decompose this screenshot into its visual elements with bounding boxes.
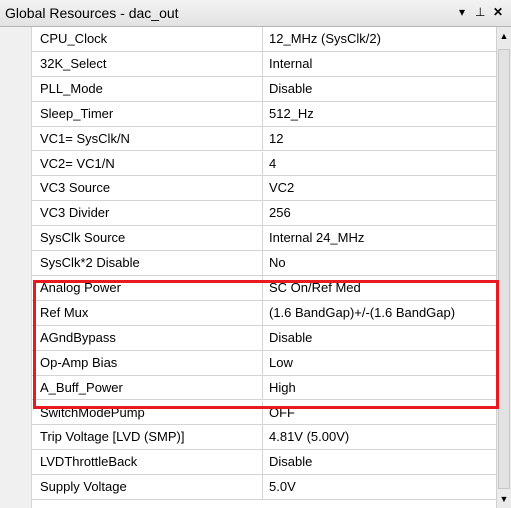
scroll-down-icon[interactable]: ▼: [497, 490, 511, 508]
property-value[interactable]: Internal: [264, 52, 496, 76]
property-value[interactable]: 5.0V: [264, 475, 496, 499]
property-grid-gutter: [0, 27, 32, 508]
property-name: LVDThrottleBack: [32, 450, 263, 475]
property-row[interactable]: VC1= SysClk/N 12: [32, 126, 496, 152]
panel-title: Global Resources - dac_out: [5, 5, 179, 21]
property-row[interactable]: Supply Voltage 5.0V: [32, 475, 496, 501]
property-row[interactable]: VC3 Source VC2: [32, 176, 496, 202]
property-name: Trip Voltage [LVD (SMP)]: [32, 425, 263, 450]
property-row[interactable]: SysClk*2 Disable No: [32, 251, 496, 276]
property-value[interactable]: 256: [264, 201, 496, 225]
property-value[interactable]: Disable: [264, 450, 496, 474]
property-row[interactable]: 32K_Select Internal: [32, 51, 496, 77]
property-name: Supply Voltage: [32, 475, 263, 500]
property-value[interactable]: No: [264, 251, 496, 275]
property-name: SysClk*2 Disable: [32, 251, 263, 275]
scrollbar-thumb[interactable]: [498, 49, 510, 489]
property-name: Sleep_Timer: [32, 101, 263, 126]
property-grid: CPU_Clock 12_MHz (SysClk/2) 32K_Select Inte…: [0, 27, 496, 508]
property-name: SysClk Source: [32, 226, 263, 251]
property-value[interactable]: Internal 24_MHz: [264, 226, 496, 250]
scroll-up-icon[interactable]: ▲: [497, 27, 511, 45]
property-name: VC2= VC1/N: [32, 151, 263, 176]
property-row[interactable]: PLL_Mode Disable: [32, 76, 496, 102]
property-value[interactable]: 4.81V (5.00V): [264, 425, 496, 449]
property-value[interactable]: 12_MHz (SysClk/2): [264, 27, 496, 51]
global-resources-panel: Global Resources - dac_out ▾ ⊥ ✕ CPU_Clo…: [0, 0, 511, 508]
property-name: VC3 Source: [32, 176, 263, 201]
property-row[interactable]: Trip Voltage [LVD (SMP)] 4.81V (5.00V): [32, 425, 496, 451]
property-row[interactable]: VC3 Divider 256: [32, 201, 496, 227]
close-icon[interactable]: ✕: [493, 5, 503, 19]
property-name: 32K_Select: [32, 51, 263, 76]
property-value[interactable]: VC2: [264, 176, 496, 200]
property-row[interactable]: VC2= VC1/N 4: [32, 151, 496, 177]
panel-title-bar: Global Resources - dac_out ▾ ⊥ ✕: [0, 0, 511, 27]
property-name: VC1= SysClk/N: [32, 126, 263, 151]
property-name: VC3 Divider: [32, 201, 263, 226]
pin-icon[interactable]: ⊥: [475, 5, 485, 19]
property-row[interactable]: CPU_Clock 12_MHz (SysClk/2): [32, 27, 496, 52]
vertical-scrollbar[interactable]: ▲ ▼: [496, 27, 511, 508]
property-name: CPU_Clock: [32, 27, 263, 51]
property-row[interactable]: LVDThrottleBack Disable: [32, 450, 496, 476]
property-name: PLL_Mode: [32, 76, 263, 101]
dropdown-icon[interactable]: ▾: [459, 5, 465, 19]
property-row[interactable]: Sleep_Timer 512_Hz: [32, 101, 496, 127]
property-value[interactable]: 512_Hz: [264, 102, 496, 126]
highlight-box: [33, 280, 499, 409]
property-value[interactable]: 12: [264, 127, 496, 151]
property-value[interactable]: Disable: [264, 77, 496, 101]
property-value[interactable]: 4: [264, 152, 496, 176]
property-row[interactable]: SysClk Source Internal 24_MHz: [32, 226, 496, 252]
